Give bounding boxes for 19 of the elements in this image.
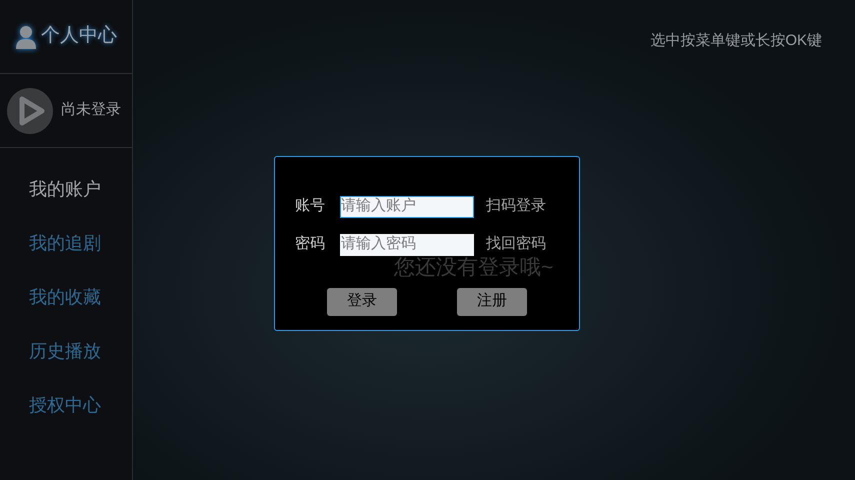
- text-link[interactable]: 找回密码: [486, 233, 546, 256]
- user-icon: [15, 24, 37, 48]
- menu-item[interactable]: 我的收藏: [0, 270, 132, 324]
- menu-item[interactable]: 我的追剧: [0, 216, 132, 270]
- menu-item[interactable]: 授权中心: [0, 378, 132, 432]
- field-label: 账号: [295, 196, 326, 216]
- menu-item[interactable]: 历史播放: [0, 324, 132, 378]
- input-field[interactable]: 请输入密码: [340, 234, 474, 256]
- text-link[interactable]: 扫码登录: [486, 195, 546, 218]
- login-status: 尚未登录: [61, 100, 121, 120]
- dialog-button[interactable]: 注册: [457, 288, 527, 316]
- hint-text: 选中按菜单键或长按OK键: [650, 31, 822, 51]
- input-field[interactable]: 请输入账户: [340, 196, 474, 218]
- dialog-button[interactable]: 登录: [327, 288, 397, 316]
- field-label: 密码: [295, 234, 326, 254]
- sidebar-title: 个人中心: [41, 24, 117, 48]
- empty-message: 您还没有登录哦~: [394, 257, 554, 278]
- menu-item[interactable]: 我的账户: [0, 162, 132, 216]
- play-avatar-icon: [7, 88, 53, 134]
